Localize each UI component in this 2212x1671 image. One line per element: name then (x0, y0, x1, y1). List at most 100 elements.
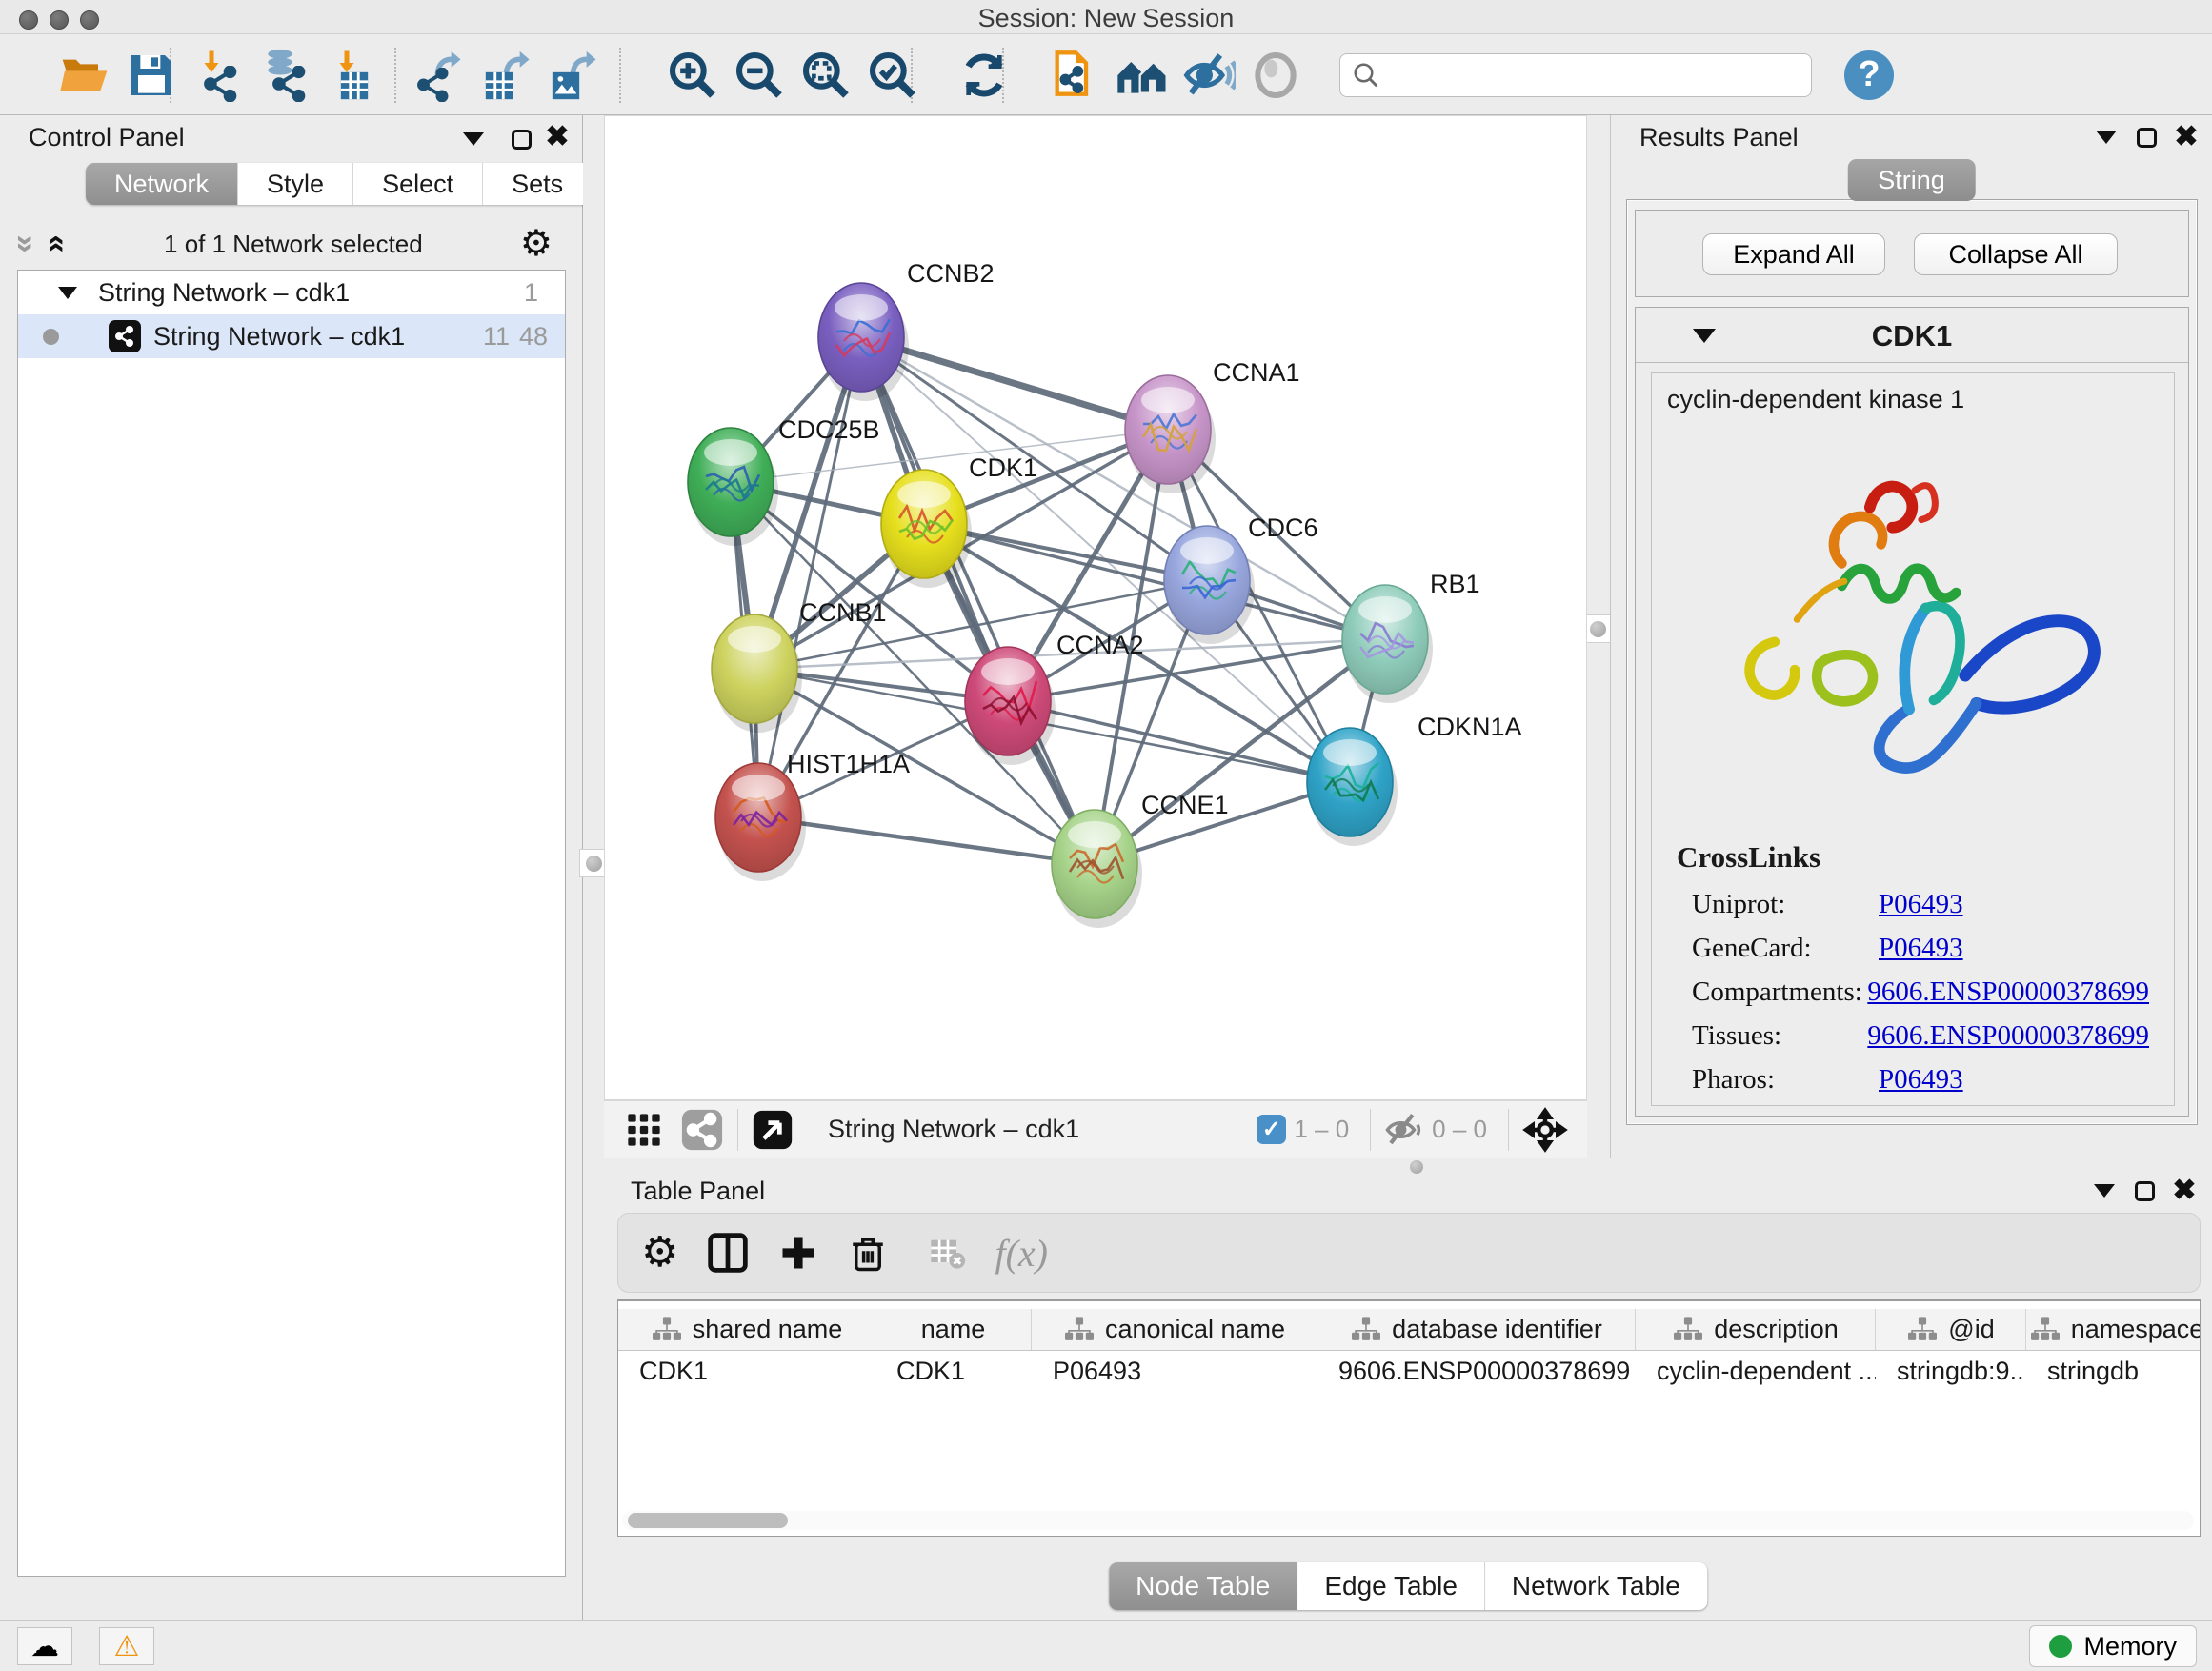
column-header-namespace[interactable]: namespace (2026, 1309, 2201, 1350)
horizontal-splitter[interactable] (604, 1158, 2212, 1175)
table-panel-float-button[interactable] (2128, 1175, 2161, 1207)
import-table-button[interactable] (316, 45, 383, 106)
network-collection-row[interactable]: String Network – cdk1 1 (18, 271, 565, 314)
hide-display-button[interactable] (1149, 45, 1216, 106)
collapse-all-button[interactable]: Collapse All (1914, 233, 2118, 275)
show-columns-button[interactable] (707, 1232, 749, 1274)
memory-button[interactable]: Memory (2029, 1625, 2197, 1667)
crosslink-link[interactable]: 9606.ENSP00000378699 (1867, 1020, 2149, 1052)
detach-view-button[interactable] (752, 1109, 794, 1151)
table-cell[interactable]: CDK1 (875, 1351, 1032, 1391)
column-header--id[interactable]: @id (1876, 1309, 2026, 1350)
help-button[interactable]: ? (1844, 50, 1894, 100)
gear-icon[interactable]: ⚙ (520, 226, 553, 262)
results-panel-menu-button[interactable] (2090, 121, 2122, 153)
crosslink-link[interactable]: P06493 (1879, 933, 1963, 964)
gene-entry-header[interactable]: CDK1 (1636, 308, 2188, 363)
column-type-icon (1350, 1316, 1382, 1344)
delete-columns-button[interactable] (848, 1233, 888, 1273)
tree-collapse-icon[interactable] (58, 287, 77, 299)
control-panel-float-button[interactable] (505, 123, 537, 155)
control-panel-menu-button[interactable] (457, 123, 490, 155)
control-panel-close-button[interactable]: ✖ (541, 121, 573, 153)
import-network-from-database-button[interactable] (250, 45, 316, 106)
table-panel-menu-button[interactable] (2088, 1175, 2121, 1207)
expand-all-button[interactable]: Expand All (1702, 233, 1885, 275)
right-splitter-handle[interactable] (1583, 614, 1612, 643)
tab-network[interactable]: Network (86, 163, 238, 205)
zoom-in-icon (639, 49, 693, 102)
selected-checkbox-icon[interactable]: ✓ (1257, 1115, 1286, 1144)
column-header-label: canonical name (1105, 1315, 1285, 1344)
show-display-button[interactable] (1216, 45, 1282, 106)
table-cell[interactable]: stringdb (2026, 1351, 2201, 1391)
zoom-fit-button[interactable] (766, 45, 833, 106)
warnings-button[interactable]: ⚠ (99, 1627, 154, 1665)
table-cell[interactable]: P06493 (1032, 1351, 1317, 1391)
tab-network-table[interactable]: Network Table (1485, 1562, 1707, 1610)
column-header-name[interactable]: name (875, 1309, 1032, 1350)
table-panel-close-button[interactable]: ✖ (2168, 1175, 2201, 1207)
crosslink-link[interactable]: 9606.ENSP00000378699 (1867, 976, 2149, 1008)
node-label-ccna2: CCNA2 (1056, 631, 1144, 659)
database-import-icon (256, 49, 310, 102)
hidden-eye-slash-icon (1384, 1110, 1424, 1150)
network-canvas[interactable]: CCNB2CCNA1CDC25BCDK1CDC6RB1CCNB1CCNA2CDK… (604, 115, 1587, 1100)
scrollbar-thumb[interactable] (628, 1513, 788, 1528)
search-input[interactable] (1380, 61, 1811, 89)
crosslink-link[interactable]: P06493 (1879, 1064, 1963, 1096)
results-panel-close-button[interactable]: ✖ (2170, 121, 2202, 153)
export-image-button[interactable] (541, 45, 608, 106)
network-view-row[interactable]: String Network – cdk1 11 48 (18, 314, 565, 358)
open-session-button[interactable] (25, 45, 91, 106)
tab-node-table[interactable]: Node Table (1109, 1562, 1297, 1610)
table-cell[interactable]: stringdb:9... (1876, 1351, 2026, 1391)
fit-content-button[interactable] (1522, 1107, 1568, 1153)
tab-select[interactable]: Select (353, 163, 483, 205)
zoom-selected-button[interactable] (833, 45, 899, 106)
table-cell[interactable]: cyclin-dependent ... (1636, 1351, 1876, 1391)
tab-sets[interactable]: Sets (483, 163, 592, 205)
network-overview-button[interactable] (680, 1108, 724, 1152)
cloud-status-button[interactable]: ☁ (17, 1627, 72, 1665)
tab-string[interactable]: String (1847, 159, 1976, 201)
export-table-button[interactable] (474, 45, 541, 106)
create-column-button[interactable] (777, 1232, 819, 1274)
edge-count: 48 (519, 322, 548, 352)
export-network-button[interactable] (408, 45, 474, 106)
refresh-layout-button[interactable] (924, 45, 991, 106)
column-header-shared-name[interactable]: shared name (618, 1309, 875, 1350)
column-header-label: namespace (2071, 1315, 2201, 1344)
control-panel-tabs: Network Style Select Sets (86, 163, 592, 205)
string-network-graph[interactable]: CCNB2CCNA1CDC25BCDK1CDC6RB1CCNB1CCNA2CDK… (605, 116, 1586, 1099)
birds-eye-view-button[interactable] (625, 1111, 663, 1149)
splitter-dot-icon (1410, 1160, 1423, 1174)
column-header-database-identifier[interactable]: database identifier (1317, 1309, 1636, 1350)
home-button[interactable] (1082, 45, 1149, 106)
column-header-canonical-name[interactable]: canonical name (1032, 1309, 1317, 1350)
zoom-out-button[interactable] (699, 45, 766, 106)
expand-all-icon[interactable]: « (41, 235, 73, 253)
table-cell[interactable]: CDK1 (618, 1351, 875, 1391)
right-splitter[interactable] (1587, 115, 1608, 1158)
share-document-button[interactable] (1016, 45, 1082, 106)
import-network-button[interactable] (183, 45, 250, 106)
tab-style[interactable]: Style (238, 163, 353, 205)
table-cell[interactable]: 9606.ENSP00000378699 (1317, 1351, 1636, 1391)
table-options-button[interactable]: ⚙ (641, 1232, 678, 1274)
column-header-description[interactable]: description (1636, 1309, 1876, 1350)
zoom-in-button[interactable] (633, 45, 699, 106)
crosslink-label: Compartments: (1692, 976, 1867, 1008)
function-builder-button[interactable]: f(x) (995, 1231, 1048, 1276)
crosslink-link[interactable]: P06493 (1879, 889, 1963, 920)
table-row[interactable]: CDK1CDK1P064939606.ENSP00000378699cyclin… (618, 1351, 2201, 1391)
collapse-all-icon[interactable]: » (10, 235, 42, 253)
crosslink-label: GeneCard: (1692, 933, 1879, 964)
tab-edge-table[interactable]: Edge Table (1297, 1562, 1485, 1610)
save-session-button[interactable] (91, 45, 158, 106)
delete-table-button[interactable] (928, 1234, 966, 1272)
table-horizontal-scrollbar[interactable] (622, 1511, 2194, 1530)
left-splitter[interactable] (583, 115, 604, 1158)
chevron-down-icon (2094, 1184, 2115, 1198)
results-panel-float-button[interactable] (2130, 121, 2162, 153)
